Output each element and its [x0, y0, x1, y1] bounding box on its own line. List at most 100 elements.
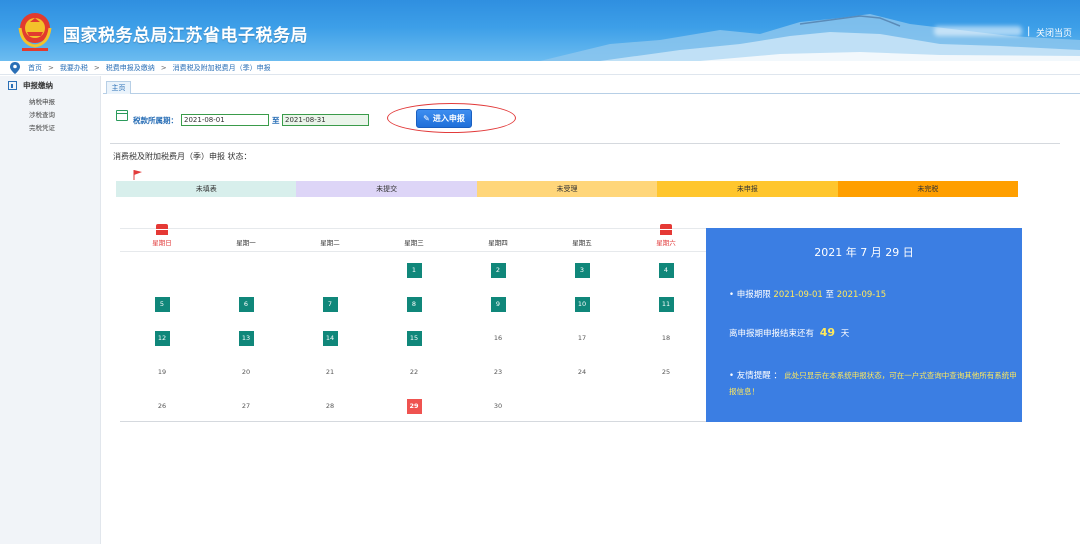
- calendar-day[interactable]: 10: [540, 296, 624, 312]
- deadline-label: • 申报期限: [729, 290, 771, 300]
- sidebar-section-title: 申报缴纳: [23, 80, 53, 90]
- breadcrumb-declaration[interactable]: 税费申报及缴纳: [106, 63, 155, 73]
- tax-period-label: 税款所属期：: [133, 116, 178, 125]
- calendar-day[interactable]: 25: [624, 364, 708, 380]
- countdown-prefix: 离申报期申报结束还有: [729, 329, 815, 339]
- calendar-day[interactable]: 14: [288, 330, 372, 346]
- calendar-day[interactable]: 5: [120, 296, 204, 312]
- highlight-annotation-oval: [387, 103, 516, 133]
- period-end-input[interactable]: 2021-08-31: [282, 114, 369, 126]
- status-unsubmitted: 未提交: [296, 181, 477, 197]
- deadline-to-label: 至: [825, 290, 835, 300]
- status-unpaid: 未完税: [837, 181, 1019, 197]
- weekday-label: 星期三: [404, 239, 424, 247]
- sidebar: 申报缴纳 纳税申报 涉税查询 完税凭证: [0, 76, 101, 544]
- declaration-day-box: 15: [406, 331, 422, 346]
- sidebar-section-header[interactable]: 申报缴纳: [0, 76, 100, 94]
- info-panel: 2021 年 7 月 29 日 • 申报期限 2021-09-01 至 2021…: [706, 228, 1022, 422]
- status-legend-bar: 未填表 未提交 未受理 未申报 未完税: [116, 181, 1019, 197]
- calendar-day[interactable]: 7: [288, 296, 372, 312]
- tax-emblem-icon: [18, 13, 52, 51]
- declaration-day-box: 6: [238, 297, 254, 312]
- flag-icon: [133, 170, 142, 180]
- calendar-day[interactable]: 11: [624, 296, 708, 312]
- declaration-day-box: 4: [658, 263, 674, 278]
- current-date-title: 2021 年 7 月 29 日: [814, 246, 914, 259]
- calendar-day[interactable]: 28: [288, 398, 372, 414]
- deadline-to: 2021-09-15: [836, 290, 887, 300]
- friendly-reminder: • 友情提醒 ： 此处只显示在本系统申报状态，可在一户式查询中查询其他所有系统申…: [729, 368, 1024, 400]
- breadcrumb-tax-service[interactable]: 我要办税: [60, 63, 88, 73]
- weekday-label: 星期日: [152, 239, 172, 247]
- declaration-day-box: 3: [574, 263, 590, 278]
- today-day-box: 29: [406, 399, 422, 414]
- breadcrumb-home[interactable]: 首页: [28, 63, 42, 73]
- declaration-day-box: 11: [658, 297, 674, 312]
- calendar-day[interactable]: 22: [372, 364, 456, 380]
- status-unfilled: 未填表: [116, 181, 297, 197]
- weekday-label: 星期四: [488, 239, 508, 247]
- user-name-blurred: [934, 26, 1022, 36]
- calendar-day[interactable]: 9: [456, 296, 540, 312]
- calendar-day[interactable]: 19: [120, 364, 204, 380]
- sidebar-item-tax-query[interactable]: 涉税查询: [0, 107, 100, 120]
- declaration-day-box: 7: [322, 297, 338, 312]
- calendar-day[interactable]: 6: [204, 296, 288, 312]
- declaration-day-box: 1: [406, 263, 422, 278]
- sidebar-item-tax-certificate[interactable]: 完税凭证: [0, 120, 100, 133]
- app-root: 国家税务总局江苏省电子税务局 | 关闭当页 首页 > 我要办税 > 税费申报及缴…: [0, 0, 1080, 544]
- calendar-day[interactable]: 15: [372, 330, 456, 346]
- reminder-title: • 友情提醒 ：: [729, 371, 782, 381]
- header-separator: |: [1027, 26, 1031, 37]
- calendar-day[interactable]: 27: [204, 398, 288, 414]
- calendar-day[interactable]: 29: [372, 398, 456, 414]
- breadcrumb-separator: >: [93, 63, 100, 72]
- calendar-day[interactable]: 12: [120, 330, 204, 346]
- calendar-weekday-header: 星期日 星期一 星期二 星期三 星期四 星期五 星期六: [120, 224, 706, 252]
- declaration-day-box: 13: [238, 331, 254, 346]
- declaration-calendar: 星期日 星期一 星期二 星期三 星期四 星期五 星期六 1 2 3 4 5 6 7 8 9 10 11 12 13 1…: [120, 224, 708, 422]
- breadcrumb: 首页 > 我要办税 > 税费申报及缴纳 > 消费税及附加税费月（季）申报: [0, 61, 1080, 75]
- calendar-day[interactable]: 1: [372, 262, 456, 278]
- tab-bar: 主页: [103, 80, 1080, 94]
- declaration-day-box: 12: [154, 331, 170, 346]
- calendar-day[interactable]: 20: [204, 364, 288, 380]
- weekday-label: 星期五: [572, 239, 592, 247]
- countdown-suffix: 天: [840, 329, 850, 339]
- calendar-day[interactable]: 8: [372, 296, 456, 312]
- period-start-input[interactable]: 2021-08-01: [181, 114, 269, 126]
- status-title: 消费税及附加税费月（季）申报 状态：: [113, 152, 252, 161]
- close-page-link[interactable]: 关闭当页: [1036, 26, 1072, 39]
- site-header: 国家税务总局江苏省电子税务局 | 关闭当页: [0, 0, 1080, 61]
- tab-home[interactable]: 主页: [106, 81, 131, 94]
- calendar-day[interactable]: 24: [540, 364, 624, 380]
- sidebar-item-tax-declaration[interactable]: 纳税申报: [0, 94, 100, 107]
- calendar-day[interactable]: 18: [624, 330, 708, 346]
- declaration-day-box: 5: [154, 297, 170, 312]
- calendar-day[interactable]: 13: [204, 330, 288, 346]
- declaration-day-box: 2: [490, 263, 506, 278]
- weekday-label: 星期二: [320, 239, 340, 247]
- breadcrumb-current: 消费税及附加税费月（季）申报: [172, 63, 271, 72]
- calendar-day[interactable]: 3: [540, 262, 624, 278]
- calendar-day[interactable]: 21: [288, 364, 372, 380]
- calendar-day[interactable]: 16: [456, 330, 540, 346]
- breadcrumb-separator: >: [160, 63, 167, 72]
- period-to-label: 至: [272, 116, 280, 125]
- calendar-day[interactable]: 30: [456, 398, 540, 414]
- calendar-day[interactable]: 17: [540, 330, 624, 346]
- weekday-label: 星期六: [656, 239, 676, 247]
- declaration-day-box: 14: [322, 331, 338, 346]
- deadline-from: 2021-09-01: [773, 290, 823, 300]
- declaration-day-box: 10: [574, 297, 590, 312]
- status-undeclared: 未申报: [657, 181, 838, 197]
- site-title: 国家税务总局江苏省电子税务局: [63, 26, 308, 46]
- calendar-day[interactable]: 26: [120, 398, 204, 414]
- weekend-marker-icon: [156, 224, 168, 235]
- calendar-day[interactable]: 2: [456, 262, 540, 278]
- weekend-marker-icon: [660, 224, 672, 235]
- calendar-day[interactable]: 23: [456, 364, 540, 380]
- breadcrumb-separator: >: [48, 63, 54, 72]
- calendar-day[interactable]: 4: [624, 262, 708, 278]
- deadline-line: • 申报期限 2021-09-01 至 2021-09-15: [729, 288, 886, 300]
